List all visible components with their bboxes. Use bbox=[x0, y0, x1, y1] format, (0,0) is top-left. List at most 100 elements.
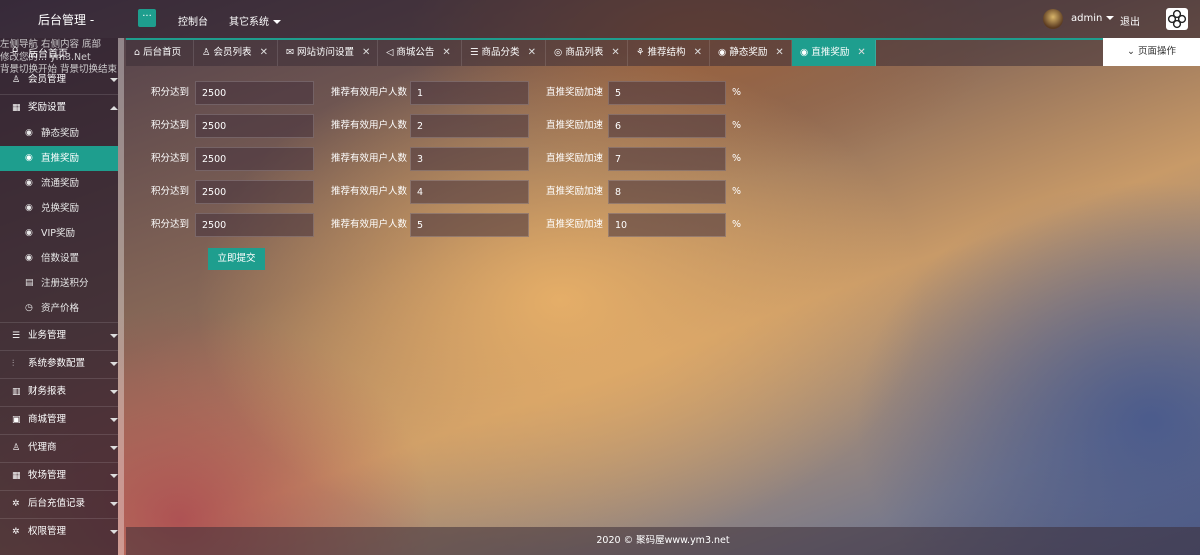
sidebar-sub-multiplier[interactable]: ◉ 倍数设置 bbox=[0, 246, 118, 271]
submit-button[interactable]: 立即提交 bbox=[208, 248, 265, 270]
speed-label: 直推奖励加速 bbox=[546, 153, 604, 164]
sidebar-item-label: 资产价格 bbox=[41, 303, 80, 314]
sidebar-scrollbar[interactable] bbox=[118, 38, 124, 555]
sidebar-sub-static-reward[interactable]: ◉ 静态奖励 bbox=[0, 121, 118, 146]
flower-icon bbox=[1167, 9, 1187, 29]
tab-product-category[interactable]: ☰ 商品分类 ✕ bbox=[462, 40, 546, 66]
avatar[interactable] bbox=[1043, 9, 1063, 29]
sidebar-sub-register-points[interactable]: ▤ 注册送积分 bbox=[0, 271, 118, 296]
tab-label: 推荐结构 bbox=[647, 47, 686, 58]
user-menu-dropdown[interactable]: admin bbox=[1071, 13, 1114, 24]
tab-shop-notice[interactable]: ◁ 商城公告 ✕ bbox=[378, 40, 462, 66]
sidebar-item-label: 倍数设置 bbox=[41, 253, 80, 264]
speed-input[interactable] bbox=[608, 213, 726, 237]
tab-direct-reward[interactable]: ◉ 直推奖励 ✕ bbox=[792, 40, 876, 66]
sidebar-item-finance[interactable]: ▥ 财务报表 bbox=[0, 378, 118, 406]
logo-icon[interactable] bbox=[1166, 8, 1188, 30]
gear-icon: ✲ bbox=[12, 527, 20, 537]
sidebar-item-ranch[interactable]: ▦ 牧场管理 bbox=[0, 462, 118, 490]
sidebar-item-members[interactable]: ♙ 会员管理 bbox=[0, 66, 118, 94]
user-icon: ♙ bbox=[202, 47, 214, 58]
chevron-down-icon: ⌄ bbox=[1127, 46, 1138, 57]
users-input[interactable] bbox=[410, 81, 529, 105]
circle-dot-icon: ◉ bbox=[800, 47, 812, 58]
close-icon[interactable]: ✕ bbox=[528, 47, 536, 58]
percent-unit: % bbox=[732, 87, 742, 98]
sidebar-item-business[interactable]: ☰ 业务管理 bbox=[0, 322, 118, 350]
sliders-icon: ⫶ bbox=[12, 359, 15, 369]
mail-icon: ✉ bbox=[286, 47, 297, 58]
users-input[interactable] bbox=[410, 213, 529, 237]
speed-input[interactable] bbox=[608, 114, 726, 138]
points-label: 积分达到 bbox=[151, 219, 190, 230]
sidebar-sub-circulation-reward[interactable]: ◉ 流通奖励 bbox=[0, 171, 118, 196]
sidebar-item-label: 静态奖励 bbox=[41, 128, 80, 139]
tab-static-reward[interactable]: ◉ 静态奖励 ✕ bbox=[710, 40, 792, 66]
speed-input[interactable] bbox=[608, 81, 726, 105]
sidebar-sub-vip-reward[interactable]: ◉ VIP奖励 bbox=[0, 221, 118, 246]
sidebar-item-system-params[interactable]: ⫶ 系统参数配置 bbox=[0, 350, 118, 378]
points-label: 积分达到 bbox=[151, 120, 190, 131]
sidebar-item-label: 牧场管理 bbox=[28, 470, 67, 481]
logout-link[interactable]: 退出 bbox=[1120, 13, 1140, 28]
home-icon: ⌂ bbox=[12, 44, 19, 55]
points-input[interactable] bbox=[195, 213, 314, 237]
shop-icon: ▣ bbox=[12, 415, 21, 425]
speed-input[interactable] bbox=[608, 147, 726, 171]
sidebar-item-permissions[interactable]: ✲ 权限管理 bbox=[0, 518, 118, 546]
tab-member-list[interactable]: ♙ 会员列表 ✕ bbox=[194, 40, 278, 66]
sidebar-item-recharge-records[interactable]: ✲ 后台充值记录 bbox=[0, 490, 118, 518]
points-label: 积分达到 bbox=[151, 186, 190, 197]
sidebar-item-label: 直推奖励 bbox=[41, 153, 80, 164]
sidebar-sub-direct-reward[interactable]: ◉ 直推奖励 bbox=[0, 146, 118, 171]
sidebar-item-rewards[interactable]: ▦ 奖励设置 bbox=[0, 94, 118, 122]
points-input[interactable] bbox=[195, 147, 314, 171]
points-label: 积分达到 bbox=[151, 87, 190, 98]
price-icon: ◷ bbox=[25, 303, 33, 313]
circle-dot-icon: ◉ bbox=[25, 228, 33, 238]
users-input[interactable] bbox=[410, 180, 529, 204]
close-icon[interactable]: ✕ bbox=[775, 47, 783, 58]
users-input[interactable] bbox=[410, 147, 529, 171]
chevron-down-icon bbox=[110, 446, 118, 454]
gift-icon: ▦ bbox=[12, 471, 21, 481]
sidebar-item-label: 代理商 bbox=[28, 442, 57, 453]
sidebar-sub-exchange-reward[interactable]: ◉ 兑换奖励 bbox=[0, 196, 118, 221]
users-label: 推荐有效用户人数 bbox=[331, 153, 408, 164]
sidebar-item-agent[interactable]: ♙ 代理商 bbox=[0, 434, 118, 462]
nav-other-systems-dropdown[interactable]: 其它系统 bbox=[229, 13, 281, 28]
close-icon[interactable]: ✕ bbox=[362, 47, 370, 58]
speed-input[interactable] bbox=[608, 180, 726, 204]
circle-dot-icon: ◉ bbox=[718, 47, 730, 58]
close-icon[interactable]: ✕ bbox=[611, 47, 619, 58]
sidebar-item-label: VIP奖励 bbox=[41, 228, 76, 239]
close-icon[interactable]: ✕ bbox=[857, 47, 865, 58]
tab-product-list[interactable]: ◎ 商品列表 ✕ bbox=[546, 40, 628, 66]
close-icon[interactable]: ✕ bbox=[442, 47, 450, 58]
menu-toggle-button[interactable]: ··· bbox=[138, 9, 156, 27]
points-input[interactable] bbox=[195, 81, 314, 105]
tab-label: 后台首页 bbox=[143, 47, 182, 58]
sidebar-sub-asset-price[interactable]: ◷ 资产价格 bbox=[0, 296, 118, 321]
close-icon[interactable]: ✕ bbox=[694, 47, 702, 58]
list-icon: ☰ bbox=[470, 47, 482, 58]
list-icon: ☰ bbox=[12, 331, 21, 341]
sidebar-item-shop[interactable]: ▣ 商城管理 bbox=[0, 406, 118, 434]
sidebar-home-link[interactable]: 后台首页 bbox=[28, 45, 68, 60]
tab-site-access[interactable]: ✉ 网站访问设置 ✕ bbox=[278, 40, 378, 66]
chevron-down-icon bbox=[110, 334, 118, 342]
circle-dot-icon: ◉ bbox=[25, 253, 33, 263]
chevron-down-icon bbox=[110, 474, 118, 482]
points-label: 积分达到 bbox=[151, 153, 190, 164]
close-icon[interactable]: ✕ bbox=[260, 47, 268, 58]
tab-referral-structure[interactable]: ⚘ 推荐结构 ✕ bbox=[628, 40, 710, 66]
chevron-down-icon bbox=[110, 362, 118, 370]
tab-label: 商城公告 bbox=[396, 47, 435, 58]
tab-home[interactable]: ⌂ 后台首页 bbox=[126, 40, 194, 66]
nav-console-link[interactable]: 控制台 bbox=[178, 13, 208, 28]
users-input[interactable] bbox=[410, 114, 529, 138]
page-operations-dropdown[interactable]: ⌄ 页面操作 bbox=[1103, 38, 1200, 66]
points-input[interactable] bbox=[195, 180, 314, 204]
sidebar-item-label: 奖励设置 bbox=[28, 102, 67, 113]
points-input[interactable] bbox=[195, 114, 314, 138]
